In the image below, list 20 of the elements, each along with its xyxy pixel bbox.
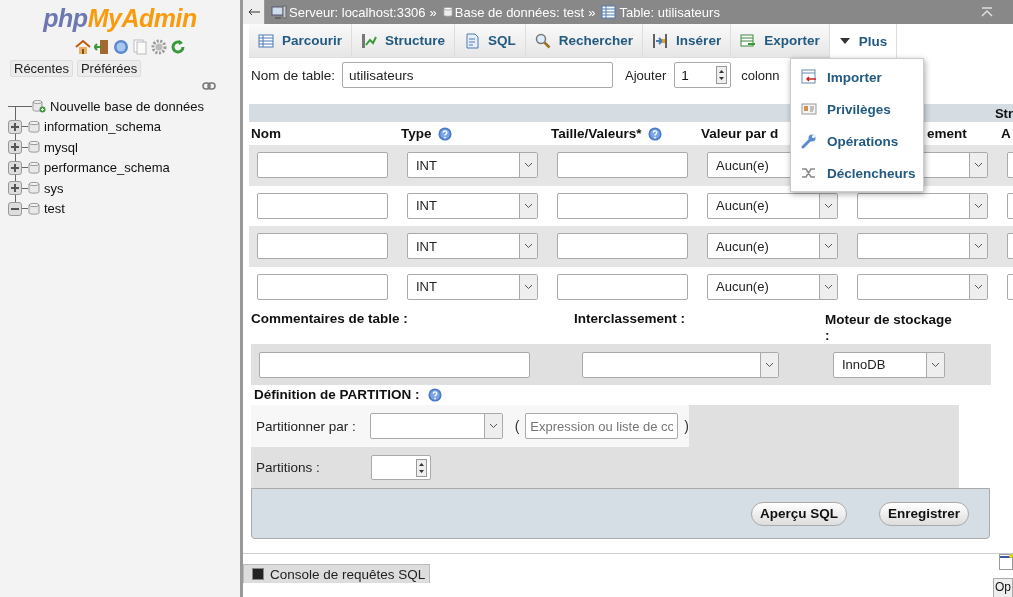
column-header: Valeur par d [701,126,779,141]
column-header: Type [401,126,432,141]
field-label: Partitionner par : [256,418,357,434]
field-label: Partitions : [256,460,321,475]
column-header: ement [927,126,967,141]
section-heading: Définition de PARTITION : [254,387,420,403]
field-label: Moteur de stockage : [825,312,953,344]
field-label: Interclassement : [574,311,687,328]
breadcrumb-separator: » [429,4,437,20]
field-label: Ajouter [625,67,667,83]
column-header: A [1001,126,1011,141]
field-label: colonn [741,67,780,83]
column-group-heading: Str [994,105,1013,121]
field-label: Commentaires de table : [251,311,409,328]
parenthesis: ) [684,418,689,434]
parenthesis: ( [514,418,520,434]
field-label: Nom de table: [251,67,336,83]
column-header: Nom [251,126,281,141]
column-header: Taille/Valeurs* [551,126,642,141]
breadcrumb-separator: » [588,4,596,20]
